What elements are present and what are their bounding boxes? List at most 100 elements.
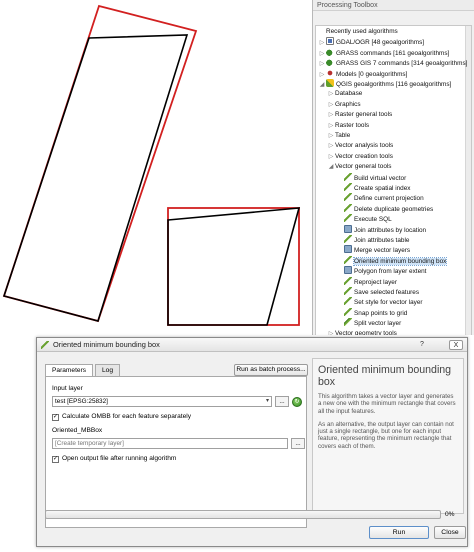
tree-item-label: Save selected features (354, 289, 420, 296)
toolbox-title: Processing Toolbox (313, 0, 474, 11)
ombb-each-feature-checkbox[interactable]: ✓ (52, 414, 59, 421)
tree-item-vector-general-tools[interactable]: ◢ Vector general tools (327, 162, 392, 172)
progress-percent: 0% (445, 511, 455, 518)
tree-item-label: Set style for vector layer (354, 299, 423, 307)
processing-toolbox: Processing Toolbox Recently used algorit… (312, 0, 474, 335)
collapsed-arrow-icon[interactable]: ▷ (327, 110, 335, 120)
map-canvas[interactable] (0, 0, 312, 335)
tree-item-grass-commands-161-geoalgorithms[interactable]: ▷ GRASS commands [161 geoalgorithms] (318, 47, 450, 58)
tool-icon (344, 224, 352, 233)
tree-item-database[interactable]: ▷ Database (327, 89, 363, 99)
tree-item-label: GRASS GIS 7 commands [314 geoalgorithms] (336, 60, 468, 68)
collapsed-arrow-icon[interactable]: ▷ (327, 131, 335, 141)
tree-item-qgis-geoalgorithms-116-geoalgorithms[interactable]: ◢ QGIS geoalgorithms [116 geoalgorithms] (318, 79, 451, 89)
dialog-titlebar: Oriented minimum bounding box ? X (37, 338, 467, 352)
parameters-panel: Input layer test [EPSG:25832] ... ↻ ✓ Ca… (45, 376, 307, 528)
tree-item-label: Split vector layer (354, 320, 402, 328)
tree-item-vector-creation-tools[interactable]: ▷ Vector creation tools (327, 152, 393, 162)
tree-item-define-current-projection[interactable]: Define current projection (336, 193, 424, 203)
collapsed-arrow-icon[interactable]: ▷ (327, 100, 335, 110)
tree-item-reproject-layer[interactable]: Reproject layer (336, 276, 397, 287)
small-feature-polygon (167, 207, 301, 326)
algorithm-tree[interactable]: Recently used algorithms ▷ GDAL/OGR [48 ge… (315, 25, 472, 335)
collapsed-arrow-icon[interactable]: ▷ (327, 141, 335, 151)
tool-icon (344, 266, 352, 275)
algorithm-dialog: Oriented minimum bounding box ? X Parame… (36, 337, 468, 547)
small-bounding-box (167, 207, 300, 326)
tree-item-build-virtual-vector[interactable]: Build virtual vector (336, 172, 407, 183)
tree-item-gdal-ogr-48-geoalgorithms[interactable]: ▷ GDAL/OGR [48 geoalgorithms] (318, 37, 424, 47)
run-button[interactable]: Run (369, 526, 429, 539)
expanded-arrow-icon[interactable]: ◢ (318, 80, 326, 90)
tree-item-join-attributes-by-location[interactable]: Join attributes by location (336, 224, 426, 235)
brush-icon (344, 235, 352, 243)
tree-item-label: Table (335, 132, 351, 139)
tree-item-merge-vector-layers[interactable]: Merge vector layers (336, 245, 410, 255)
tree-item-label: GRASS commands [161 geoalgorithms] (336, 49, 450, 57)
tree-scrollbar[interactable] (465, 26, 471, 335)
tree-item-label: Snap points to grid (354, 309, 408, 317)
tree-item-models-0-geoalgorithms[interactable]: ▷ Models [0 geoalgorithms] (318, 68, 407, 79)
tree-item-graphics[interactable]: ▷ Graphics (327, 100, 361, 110)
tree-item-label: Build virtual vector (354, 174, 407, 182)
tree-item-raster-tools[interactable]: ▷ Raster tools (327, 121, 369, 131)
tree-item-save-selected-features[interactable]: Save selected features (336, 287, 419, 297)
input-layer-label: Input layer (52, 385, 83, 392)
tree-item-vector-geometry-tools[interactable]: ▷ Vector geometry tools (327, 329, 397, 335)
ombb-each-feature-label: Calculate OMBB for each feature separate… (62, 413, 192, 420)
tree-item-label: Reproject layer (354, 278, 397, 286)
tree-item-set-style-for-vector-layer[interactable]: Set style for vector layer (336, 297, 423, 307)
help-paragraph-1: This algorithm takes a vector layer and … (318, 393, 456, 415)
tree-item-label: Vector geometry tools (335, 329, 397, 335)
tree-item-execute-sql[interactable]: Execute SQL (336, 214, 392, 224)
iterate-icon[interactable]: ↻ (292, 397, 302, 407)
tree-item-label: Graphics (335, 100, 361, 108)
brush-icon (344, 193, 352, 202)
output-browse-button[interactable]: ... (291, 438, 305, 449)
brush-icon (344, 276, 352, 285)
tree-item-grass-gis-7-commands-314-geoalgorithms[interactable]: ▷ GRASS GIS 7 commands [314 geoalgorithms… (318, 58, 467, 68)
help-button[interactable]: ? (415, 340, 429, 350)
brush-icon (344, 287, 352, 295)
brush-icon (344, 307, 352, 316)
tree-item-label: Delete duplicate geometries (354, 205, 434, 213)
help-title: Oriented minimum bounding box (318, 364, 452, 388)
input-layer-select[interactable]: test [EPSG:25832] (52, 396, 272, 407)
help-panel: Oriented minimum bounding box This algor… (312, 358, 464, 514)
gdal-icon (326, 37, 334, 46)
progress-bar (45, 510, 441, 519)
collapsed-arrow-icon[interactable]: ▷ (327, 89, 335, 99)
tree-item-create-spatial-index[interactable]: Create spatial index (336, 183, 410, 193)
input-layer-browse-button[interactable]: ... (275, 396, 289, 407)
tree-item-snap-points-to-grid[interactable]: Snap points to grid (336, 307, 408, 318)
tree-item-label: Vector creation tools (335, 152, 393, 160)
qgis-brush-icon (41, 341, 49, 349)
tree-item-table[interactable]: ▷ Table (327, 131, 351, 141)
collapsed-arrow-icon[interactable]: ▷ (327, 152, 335, 162)
tree-item-split-vector-layer[interactable]: Split vector layer (336, 318, 401, 328)
models-icon (326, 68, 334, 77)
run-batch-button[interactable]: Run as batch process... (234, 364, 308, 376)
close-window-button[interactable]: X (449, 340, 463, 350)
qgis-icon (326, 79, 334, 87)
tree-item-recently-used-algorithms[interactable]: Recently used algorithms (318, 27, 398, 37)
brush-icon (344, 172, 352, 181)
open-output-checkbox[interactable]: ✓ (52, 456, 59, 463)
output-field[interactable]: [Create temporary layer] (52, 438, 288, 449)
grass-icon (326, 58, 334, 67)
tree-item-label: Define current projection (354, 195, 424, 203)
tree-item-vector-analysis-tools[interactable]: ▷ Vector analysis tools (327, 141, 394, 151)
tree-item-raster-general-tools[interactable]: ▷ Raster general tools (327, 110, 393, 120)
close-button[interactable]: Close (434, 526, 466, 539)
collapsed-arrow-icon[interactable]: ▷ (327, 329, 335, 335)
tree-item-oriented-minimum-bounding-box[interactable]: Oriented minimum bounding box (336, 255, 448, 266)
tree-item-label: Oriented minimum bounding box (352, 256, 448, 266)
tree-item-join-attributes-table[interactable]: Join attributes table (336, 235, 409, 245)
tree-item-delete-duplicate-geometries[interactable]: Delete duplicate geometries (336, 203, 434, 214)
collapsed-arrow-icon[interactable]: ▷ (327, 121, 335, 131)
tree-item-polygon-from-layer-extent[interactable]: Polygon from layer extent (336, 266, 426, 276)
expanded-arrow-icon[interactable]: ◢ (327, 162, 335, 172)
map-drawing (2, 4, 301, 326)
tree-item-label: GDAL/OGR [48 geoalgorithms] (336, 39, 425, 47)
tab-log[interactable]: Log (95, 364, 121, 376)
